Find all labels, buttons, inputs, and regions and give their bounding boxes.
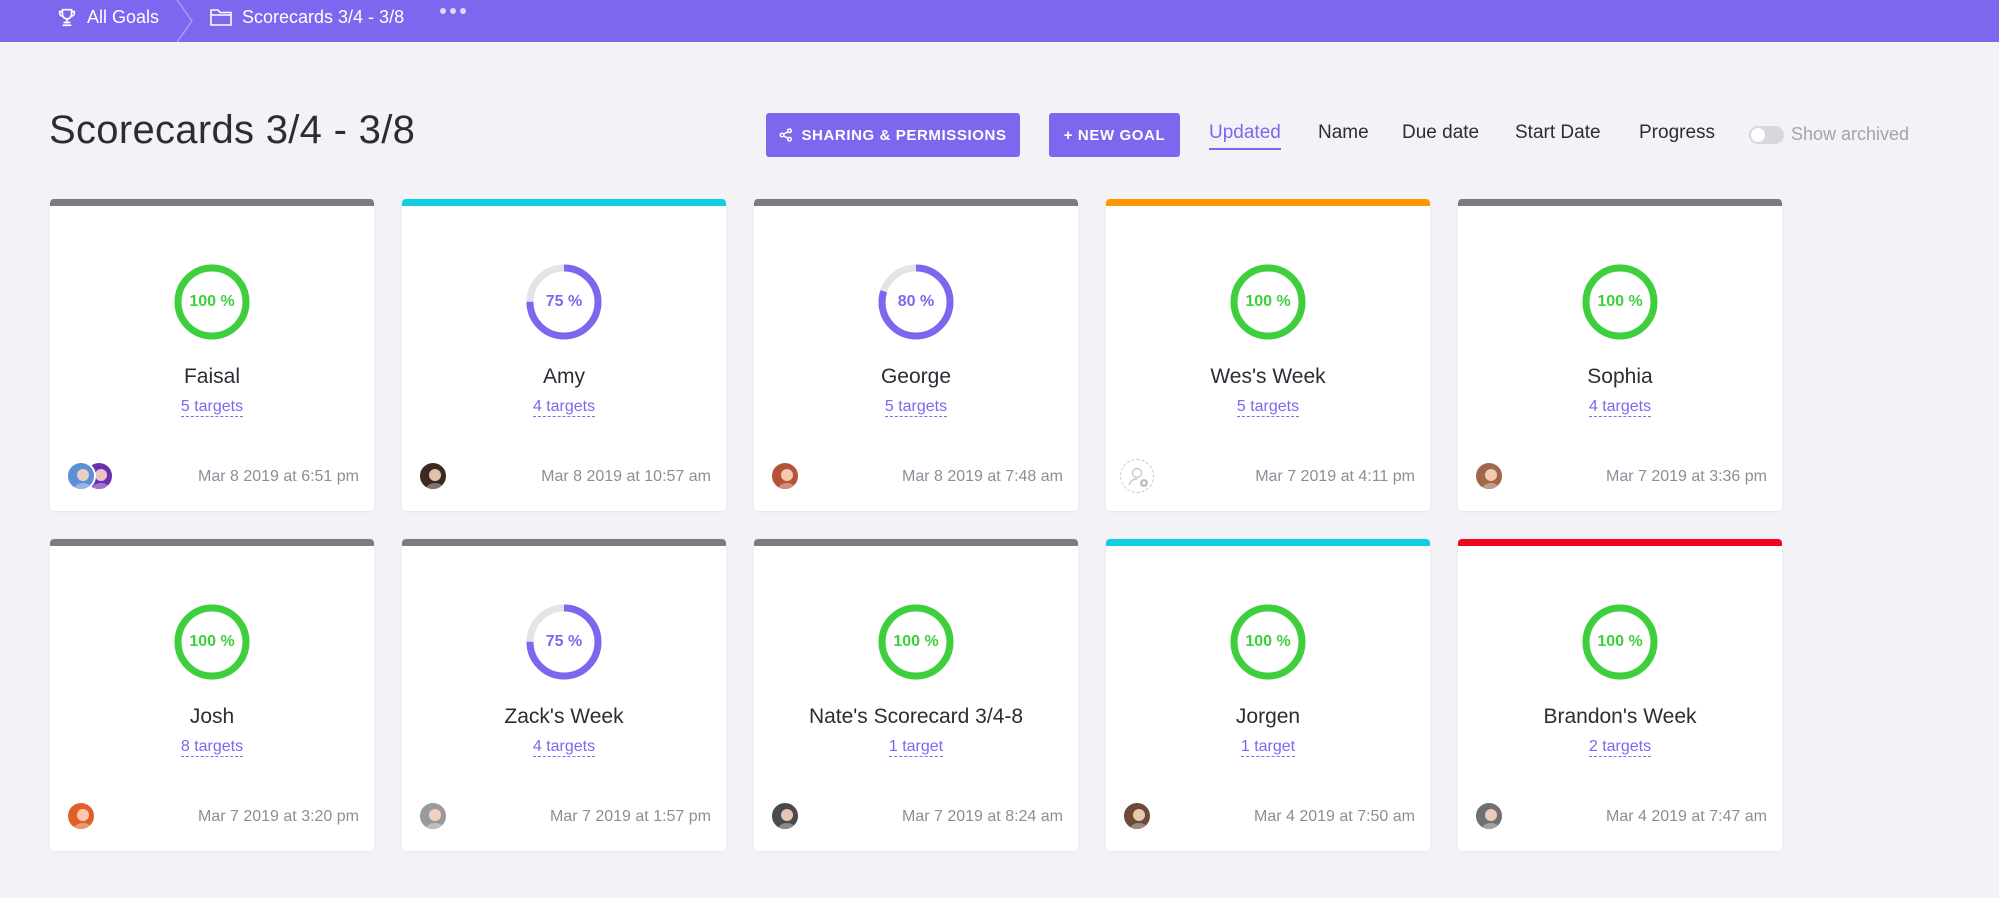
goal-name[interactable]: Wes's Week [1106, 365, 1430, 389]
goal-card[interactable]: 100 % Sophia 4 targets Mar 7 2019 at 3:3… [1458, 199, 1782, 511]
goal-targets-link[interactable]: 5 targets [180, 398, 244, 417]
progress-percent: 100 % [1245, 633, 1291, 650]
goal-updated-date: Mar 4 2019 at 7:50 am [1254, 808, 1415, 825]
goal-updated-date: Mar 7 2019 at 3:36 pm [1606, 468, 1767, 485]
goal-targets-link[interactable]: 2 targets [1588, 738, 1652, 757]
goal-color-bar [754, 199, 1078, 206]
progress-percent: 100 % [1597, 293, 1643, 310]
goal-card[interactable]: 100 % Brandon's Week 2 targets Mar 4 201… [1458, 539, 1782, 851]
page-title: Scorecards 3/4 - 3/8 [49, 108, 416, 152]
goal-name[interactable]: Nate's Scorecard 3/4-8 [754, 705, 1078, 729]
avatar[interactable] [418, 461, 448, 491]
sort-start-date[interactable]: Start Date [1515, 122, 1601, 144]
goal-color-bar [1458, 539, 1782, 546]
goal-card[interactable]: 80 % George 5 targets Mar 8 2019 at 7:48… [754, 199, 1078, 511]
goal-updated-date: Mar 8 2019 at 6:51 pm [198, 468, 359, 485]
progress-percent: 75 % [545, 633, 583, 650]
goal-card[interactable]: 100 % Wes's Week 5 targets Mar 7 2019 at… [1106, 199, 1430, 511]
sort-due-date[interactable]: Due date [1402, 122, 1479, 144]
goal-name[interactable]: Amy [402, 365, 726, 389]
sharing-permissions-label: SHARING & PERMISSIONS [801, 126, 1007, 144]
more-options-icon[interactable] [440, 8, 466, 14]
goal-updated-date: Mar 8 2019 at 10:57 am [541, 468, 711, 485]
progress-percent: 75 % [545, 293, 583, 310]
avatar[interactable] [1122, 801, 1152, 831]
top-breadcrumb-bar: All Goals Scorecards 3/4 - 3/8 [0, 0, 1999, 42]
goal-targets-link[interactable]: 1 target [1240, 738, 1296, 757]
goal-updated-date: Mar 8 2019 at 7:48 am [902, 468, 1063, 485]
goal-name[interactable]: George [754, 365, 1078, 389]
avatar[interactable] [418, 801, 448, 831]
goal-card[interactable]: 75 % Amy 4 targets Mar 8 2019 at 10:57 a… [402, 199, 726, 511]
sort-updated[interactable]: Updated [1209, 122, 1281, 150]
goal-updated-date: Mar 7 2019 at 8:24 am [902, 808, 1063, 825]
goal-updated-date: Mar 4 2019 at 7:47 am [1606, 808, 1767, 825]
goal-color-bar [402, 539, 726, 546]
goal-card[interactable]: 75 % Zack's Week 4 targets Mar 7 2019 at… [402, 539, 726, 851]
goal-updated-date: Mar 7 2019 at 4:11 pm [1255, 468, 1415, 485]
show-archived-toggle[interactable] [1749, 126, 1784, 144]
trophy-icon [58, 8, 76, 27]
goal-color-bar [50, 539, 374, 546]
avatar[interactable] [66, 461, 96, 491]
goal-card[interactable]: 100 % Jorgen 1 target Mar 4 2019 at 7:50… [1106, 539, 1430, 851]
breadcrumb-separator-icon [176, 0, 193, 42]
sharing-permissions-button[interactable]: SHARING & PERMISSIONS [766, 113, 1020, 157]
breadcrumb-folder-label: Scorecards 3/4 - 3/8 [242, 6, 405, 27]
add-assignee-icon[interactable] [1120, 459, 1154, 493]
progress-percent: 80 % [897, 293, 935, 310]
goal-card[interactable]: 100 % Faisal 5 targets Mar 8 2019 at 6:5… [50, 199, 374, 511]
goal-color-bar [1106, 539, 1430, 546]
avatar[interactable] [1474, 801, 1504, 831]
goal-targets-link[interactable]: 4 targets [1588, 398, 1652, 417]
goal-color-bar [1458, 199, 1782, 206]
avatar[interactable] [770, 461, 800, 491]
goal-color-bar [754, 539, 1078, 546]
goal-card[interactable]: 100 % Josh 8 targets Mar 7 2019 at 3:20 … [50, 539, 374, 851]
progress-percent: 100 % [189, 293, 235, 310]
share-icon [779, 128, 793, 142]
goal-name[interactable]: Sophia [1458, 365, 1782, 389]
goal-targets-link[interactable]: 1 target [888, 738, 944, 757]
progress-percent: 100 % [893, 633, 939, 650]
goal-name[interactable]: Jorgen [1106, 705, 1430, 729]
breadcrumb-folder[interactable]: Scorecards 3/4 - 3/8 [209, 0, 404, 34]
show-archived-label: Show archived [1791, 124, 1910, 144]
goal-updated-date: Mar 7 2019 at 1:57 pm [550, 808, 711, 825]
goal-color-bar [402, 199, 726, 206]
goal-card[interactable]: 100 % Nate's Scorecard 3/4-8 1 target Ma… [754, 539, 1078, 851]
goal-targets-link[interactable]: 4 targets [532, 738, 596, 757]
progress-percent: 100 % [189, 633, 235, 650]
avatar[interactable] [66, 801, 96, 831]
goal-targets-link[interactable]: 5 targets [884, 398, 948, 417]
goal-name[interactable]: Zack's Week [402, 705, 726, 729]
goal-targets-link[interactable]: 8 targets [180, 738, 244, 757]
goal-updated-date: Mar 7 2019 at 3:20 pm [198, 808, 359, 825]
folder-icon [210, 9, 232, 26]
goal-name[interactable]: Faisal [50, 365, 374, 389]
goal-targets-link[interactable]: 5 targets [1236, 398, 1300, 417]
progress-percent: 100 % [1597, 633, 1643, 650]
goal-color-bar [1106, 199, 1430, 206]
breadcrumb-all-goals[interactable]: All Goals [56, 0, 159, 34]
avatar[interactable] [770, 801, 800, 831]
goal-color-bar [50, 199, 374, 206]
sort-name[interactable]: Name [1318, 122, 1369, 144]
breadcrumb-all-goals-label: All Goals [87, 6, 160, 27]
goal-name[interactable]: Josh [50, 705, 374, 729]
new-goal-button[interactable]: + NEW GOAL [1049, 113, 1180, 157]
progress-percent: 100 % [1245, 293, 1291, 310]
goal-targets-link[interactable]: 4 targets [532, 398, 596, 417]
goal-name[interactable]: Brandon's Week [1458, 705, 1782, 729]
sort-progress[interactable]: Progress [1639, 122, 1715, 144]
avatar[interactable] [1474, 461, 1504, 491]
